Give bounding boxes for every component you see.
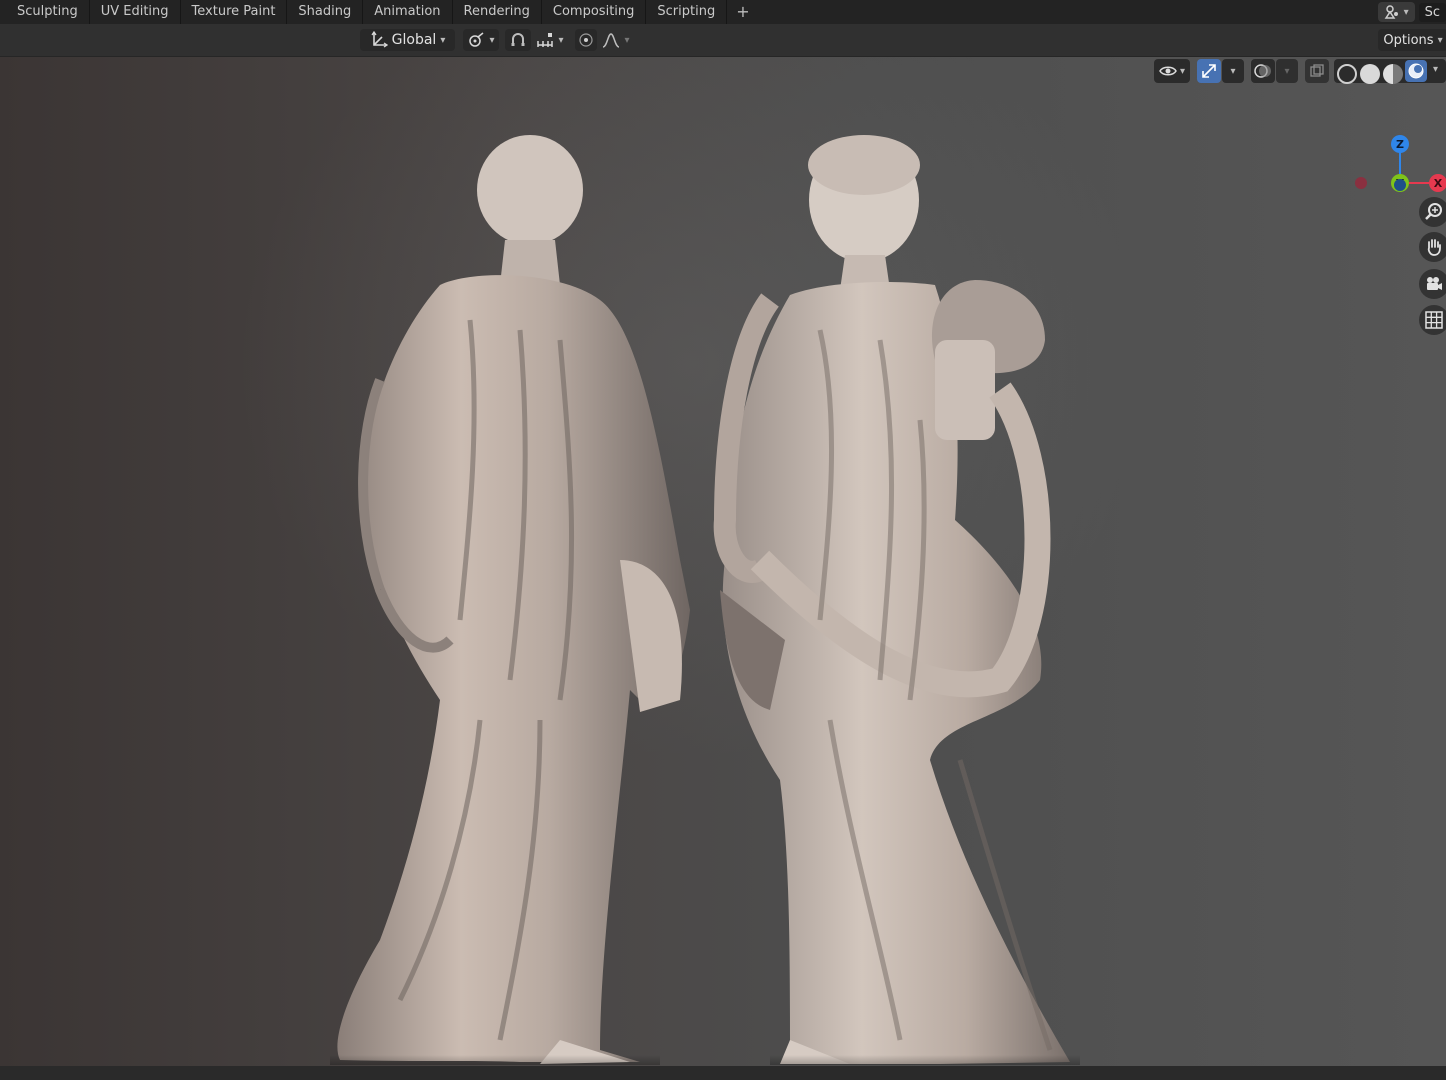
pan-button[interactable] bbox=[1419, 232, 1446, 262]
falloff-curve-icon bbox=[603, 33, 620, 48]
axis-neg-z-marker[interactable] bbox=[1390, 175, 1410, 195]
transform-orientation-dropdown[interactable]: Global ▾ bbox=[360, 29, 455, 51]
proportional-edit-icon bbox=[579, 33, 593, 47]
chevron-down-icon: ▾ bbox=[1284, 65, 1290, 77]
pivot-icon bbox=[469, 32, 484, 47]
chevron-down-icon: ▾ bbox=[624, 34, 630, 46]
rendered-shading-icon bbox=[1408, 63, 1424, 79]
tab-animation[interactable]: Animation bbox=[363, 0, 453, 24]
rendered-shading-button[interactable] bbox=[1405, 60, 1427, 82]
grid-icon bbox=[1425, 311, 1443, 329]
chevron-down-icon: ▾ bbox=[1179, 65, 1186, 77]
axis-x-handle[interactable]: X bbox=[1429, 174, 1446, 192]
zoom-button[interactable] bbox=[1419, 197, 1446, 227]
snap-toggle[interactable] bbox=[505, 29, 531, 51]
tab-compositing[interactable]: Compositing bbox=[542, 0, 647, 24]
scene-browse-button[interactable]: ▾ bbox=[1377, 2, 1415, 22]
scene-name-field[interactable]: Sc bbox=[1418, 2, 1446, 22]
tab-rendering[interactable]: Rendering bbox=[453, 0, 542, 24]
statue-front-view bbox=[713, 135, 1080, 1065]
proportional-edit-toggle[interactable] bbox=[575, 29, 597, 51]
solid-shading-button[interactable] bbox=[1360, 64, 1380, 84]
options-dropdown[interactable]: Options ▾ bbox=[1378, 29, 1446, 51]
axis-neg-x-dot[interactable] bbox=[1355, 177, 1367, 189]
object-visibility-dropdown[interactable]: ▾ bbox=[1154, 59, 1190, 83]
chevron-down-icon: ▾ bbox=[1437, 34, 1443, 46]
statue-render bbox=[330, 135, 1080, 1065]
tab-shading[interactable]: Shading bbox=[287, 0, 364, 24]
material-preview-button[interactable] bbox=[1383, 64, 1403, 84]
snap-icon bbox=[511, 33, 525, 46]
viewport-shading-group: ▾ bbox=[1334, 59, 1446, 84]
tab-texture-paint[interactable]: Texture Paint bbox=[181, 0, 288, 24]
camera-icon bbox=[1427, 277, 1442, 290]
scene-selector-area: ▾ Sc bbox=[1377, 0, 1446, 24]
xray-icon bbox=[1310, 64, 1324, 77]
overlays-options-dropdown[interactable]: ▾ bbox=[1276, 59, 1298, 83]
tab-uv-editing[interactable]: UV Editing bbox=[90, 0, 181, 24]
workspace-tab-bar: Sculpting UV Editing Texture Paint Shadi… bbox=[0, 0, 1446, 24]
tab-sculpting[interactable]: Sculpting bbox=[0, 0, 90, 24]
options-label: Options bbox=[1383, 32, 1434, 48]
tab-scripting[interactable]: Scripting bbox=[646, 0, 728, 24]
gizmo-toggle-icon bbox=[1202, 64, 1216, 78]
gizmo-options-dropdown[interactable]: ▾ bbox=[1222, 59, 1244, 83]
axis-z-handle[interactable]: Z bbox=[1391, 135, 1409, 153]
svg-text:Z: Z bbox=[1396, 138, 1404, 151]
scene-icon bbox=[1384, 5, 1398, 19]
wireframe-shading-button[interactable] bbox=[1337, 64, 1357, 84]
eye-icon bbox=[1159, 66, 1177, 76]
xray-toggle-button[interactable] bbox=[1305, 59, 1329, 83]
3d-viewport[interactable]: ▾ ▾ ▾ ▾ Z X bbox=[0, 57, 1446, 1080]
chevron-down-icon: ▾ bbox=[489, 34, 495, 46]
chevron-down-icon: ▾ bbox=[558, 34, 564, 46]
chevron-down-icon: ▾ bbox=[440, 34, 446, 46]
orientation-label: Global bbox=[391, 32, 437, 48]
zoom-icon bbox=[1425, 203, 1442, 220]
gizmo-toggle-button[interactable] bbox=[1197, 59, 1221, 83]
hand-icon bbox=[1427, 239, 1441, 256]
transform-orientation-icon bbox=[371, 31, 388, 48]
snap-increment-icon bbox=[537, 33, 554, 47]
orthographic-toggle-button[interactable] bbox=[1419, 305, 1446, 335]
chevron-down-icon: ▾ bbox=[1230, 65, 1236, 77]
chevron-down-icon: ▾ bbox=[1403, 6, 1409, 18]
camera-view-button[interactable] bbox=[1419, 269, 1446, 299]
status-strip bbox=[0, 1066, 1446, 1080]
statue-back-view bbox=[330, 135, 690, 1065]
overlays-icon bbox=[1254, 64, 1271, 78]
svg-text:X: X bbox=[1434, 177, 1443, 190]
chevron-down-icon[interactable]: ▾ bbox=[1433, 64, 1438, 75]
add-workspace-button[interactable]: + bbox=[727, 0, 758, 24]
viewport-header: Global ▾ ▾ ▾ ▾ Options ▾ bbox=[0, 24, 1446, 57]
snap-target-dropdown[interactable]: ▾ bbox=[531, 29, 569, 51]
pivot-point-dropdown[interactable]: ▾ bbox=[463, 29, 499, 51]
overlays-toggle-button[interactable] bbox=[1251, 59, 1275, 83]
proportional-falloff-dropdown[interactable]: ▾ bbox=[598, 29, 634, 51]
